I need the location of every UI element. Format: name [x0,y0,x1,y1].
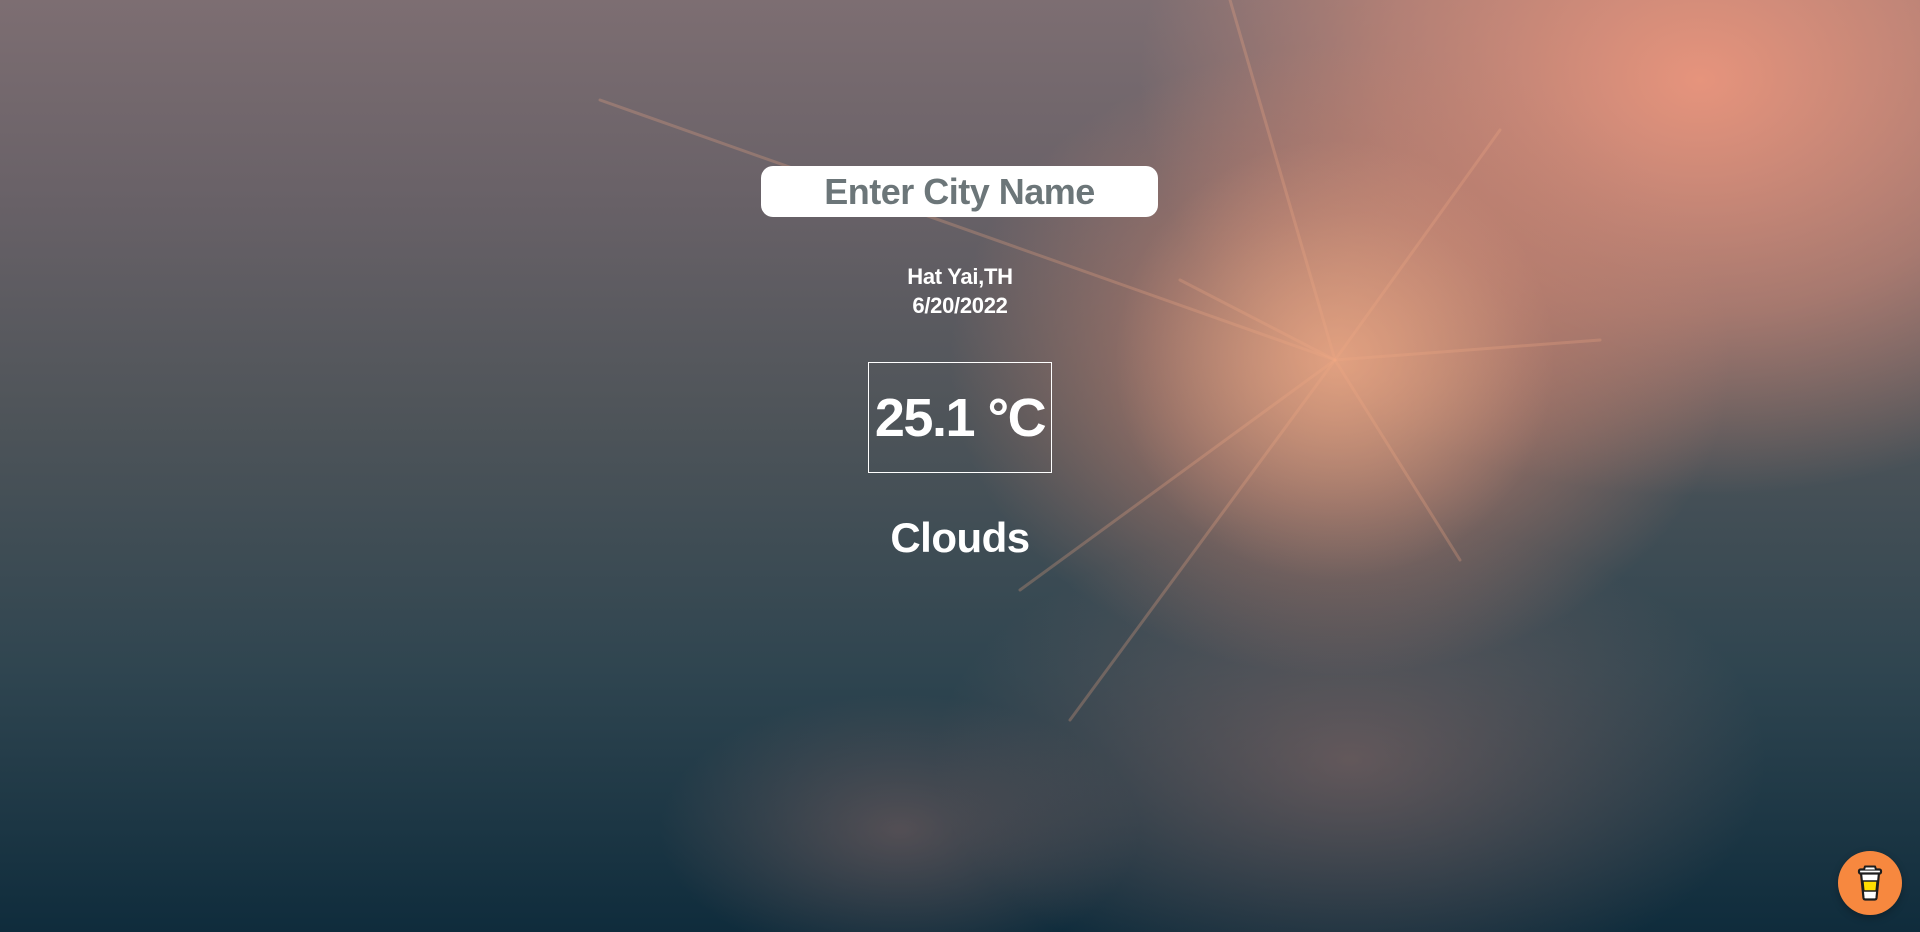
weather-condition: Clouds [890,514,1030,561]
temperature-display: 25.1 °C [868,362,1052,473]
city-search-input[interactable] [761,166,1158,217]
buy-me-a-coffee-button[interactable] [1838,851,1902,915]
city-name: Hat Yai,TH [907,264,1013,289]
current-date: 6/20/2022 [912,293,1008,318]
weather-app: Hat Yai,TH 6/20/2022 25.1 °C Clouds [0,0,1920,932]
coffee-cup-icon [1857,865,1883,901]
